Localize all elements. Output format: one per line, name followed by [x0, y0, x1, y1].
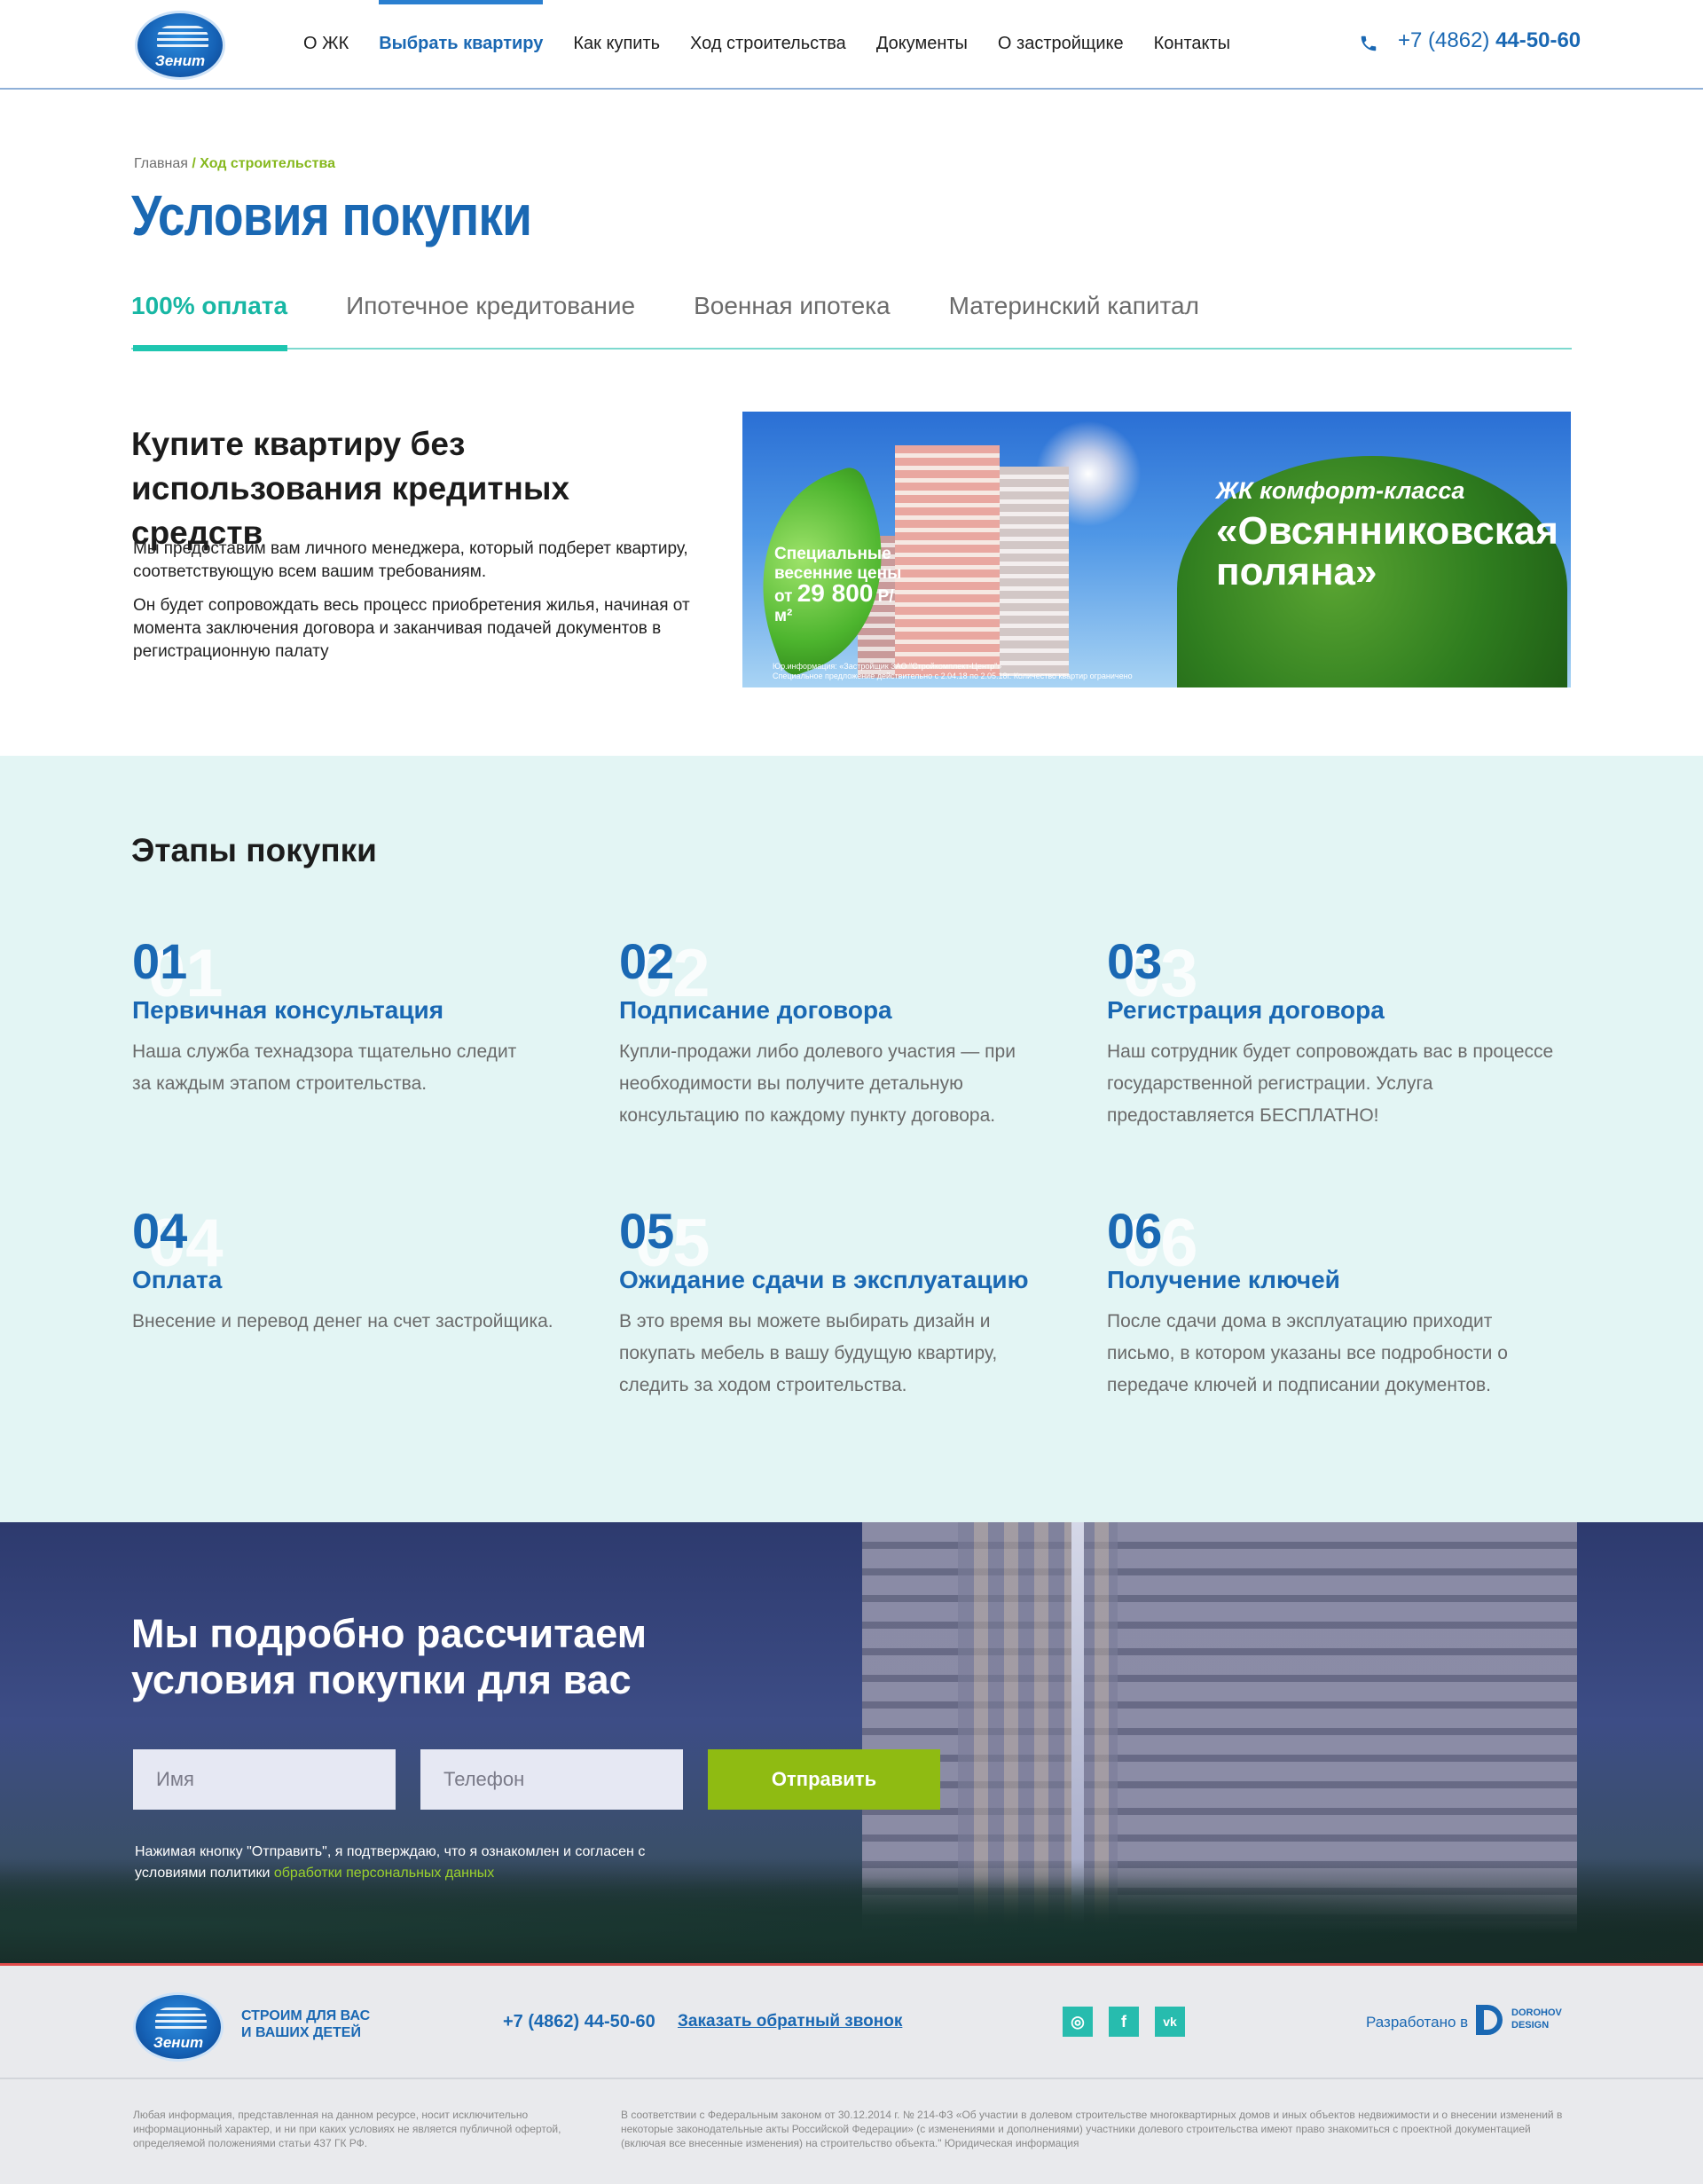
nav-item-choose-apartment[interactable]: Выбрать квартиру	[379, 0, 544, 89]
page-title: Условия покупки	[131, 184, 532, 247]
breadcrumb-current[interactable]: Ход строительства	[200, 156, 335, 171]
banner-offer-line1: Специальные	[774, 545, 891, 563]
stage-number-value: 02	[619, 933, 675, 989]
stage-number: 06 06	[1107, 1203, 1568, 1277]
submit-button[interactable]: Отправить	[708, 1749, 940, 1810]
nav-item-contacts[interactable]: Контакты	[1154, 0, 1230, 89]
stage-item: 04 04 Оплата Внесение и перевод денег на …	[132, 1203, 593, 1338]
dorohov-name-line1: DOROHOV	[1511, 2007, 1562, 2018]
privacy-policy-link[interactable]: обработки персональных данных	[274, 1866, 494, 1881]
nav-item-developer[interactable]: О застройщике	[998, 0, 1124, 89]
stage-item: 02 02 Подписание договора Купли-продажи л…	[619, 933, 1080, 1132]
banner-complex-name: «Овсянниковская поляна»	[1216, 509, 1558, 593]
facebook-icon[interactable]: f	[1109, 2007, 1139, 2037]
footer-logo[interactable]: Зенит	[133, 1992, 224, 2062]
intro-paragraph-2: Он будет сопровождать весь процесс приоб…	[133, 596, 690, 661]
phone-icon	[1361, 35, 1377, 51]
site-footer: Зенит СТРОИМ ДЛЯ ВАС И ВАШИХ ДЕТЕЙ +7 (4…	[0, 1966, 1703, 2184]
footer-phone[interactable]: +7 (4862) 44-50-60	[503, 2012, 655, 2032]
stage-number: 03 03	[1107, 933, 1568, 1008]
footer-slogan: СТРОИМ ДЛЯ ВАС И ВАШИХ ДЕТЕЙ	[241, 2007, 370, 2041]
tab-full-payment[interactable]: 100% оплата	[131, 284, 288, 351]
breadcrumb-separator: /	[187, 156, 200, 171]
stage-text: Наш сотрудник будет сопровождать вас в п…	[1107, 1041, 1554, 1126]
callback-link[interactable]: Заказать обратный звонок	[678, 2012, 902, 2031]
stage-number: 04 04	[132, 1203, 593, 1277]
calculation-request-section: Мы подробно рассчитаем условия покупки д…	[0, 1522, 1703, 1966]
header-phone[interactable]: +7 (4862) 44-50-60	[1398, 28, 1581, 53]
stage-number-value: 04	[132, 1203, 188, 1259]
nav-item-documents[interactable]: Документы	[876, 0, 968, 89]
stage-number-value: 01	[132, 933, 188, 989]
stage-number-value: 05	[619, 1203, 675, 1259]
tab-maternity-capital[interactable]: Материнский капитал	[949, 284, 1199, 350]
stage-number: 05 05	[619, 1203, 1080, 1277]
phone-input[interactable]	[420, 1749, 683, 1810]
dorohov-name-line2: DESIGN	[1511, 2020, 1550, 2031]
nav-item-construction[interactable]: Ход строительства	[690, 0, 846, 89]
header-phone-prefix: +7 (4862)	[1398, 28, 1496, 52]
footer-logo-text: Зенит	[153, 2034, 204, 2051]
banner-offer-price: 29 800	[797, 579, 874, 607]
stage-number: 01 01	[132, 933, 593, 1008]
logo-text: Зенит	[154, 52, 206, 69]
banner-building-side	[1000, 467, 1069, 676]
banner-offer: Специальные весенние цены от 29 800 Р/м²	[774, 545, 907, 626]
name-input[interactable]	[133, 1749, 396, 1810]
slogan-line2: И ВАШИХ ДЕТЕЙ	[241, 2025, 361, 2040]
intro-heading: Купите квартиру без использования кредит…	[131, 426, 570, 551]
stage-text: Купли-продажи либо долевого участия — пр…	[619, 1041, 1016, 1126]
vk-icon[interactable]: vk	[1155, 2007, 1185, 2037]
logo-building-icon	[157, 26, 208, 49]
banner-building-main	[895, 445, 1000, 676]
stage-text: После сдачи дома в эксплуатацию приходит…	[1107, 1311, 1508, 1395]
breadcrumb: Главная / Ход строительства	[134, 156, 1574, 172]
stage-item: 05 05 Ожидание сдачи в эксплуатацию В это…	[619, 1203, 1080, 1402]
stage-number-value: 03	[1107, 933, 1163, 989]
promo-banner[interactable]: Специальные весенние цены от 29 800 Р/м²…	[742, 412, 1571, 687]
stage-text: Внесение и перевод денег на счет застрой…	[132, 1311, 553, 1332]
stages-heading: Этапы покупки	[131, 832, 377, 868]
purchase-stages-section: Этапы покупки 01 01 Первичная консультаци…	[0, 756, 1703, 1522]
header-phone-main: 44-50-60	[1495, 28, 1581, 52]
dorohov-design-logo[interactable]: DOROHOV DESIGN	[1476, 2005, 1574, 2035]
stage-text: Наша служба технадзора тщательно следит …	[132, 1041, 517, 1094]
stage-text: В это время вы можете выбирать дизайн и …	[619, 1311, 998, 1395]
dorohov-text: DOROHOV DESIGN	[1511, 2007, 1562, 2031]
main-nav: О ЖК Выбрать квартиру Как купить Ход стр…	[303, 0, 1260, 89]
legal-disclaimer: Любая информация, представленная на данн…	[133, 2109, 561, 2149]
legal-law-notice: В соответствии с Федеральным законом от …	[621, 2109, 1563, 2149]
dorohov-d-icon	[1476, 2005, 1503, 2035]
stage-item: 03 03 Регистрация договора Наш сотрудник …	[1107, 933, 1568, 1132]
nav-item-about[interactable]: О ЖК	[303, 0, 349, 89]
tab-mortgage[interactable]: Ипотечное кредитование	[346, 284, 635, 350]
stage-number-value: 06	[1107, 1203, 1163, 1259]
logo-building-icon	[155, 2007, 207, 2031]
tab-military-mortgage[interactable]: Военная ипотека	[694, 284, 891, 350]
instagram-icon[interactable]: ◎	[1063, 2007, 1093, 2037]
developed-by-label: Разработано в	[1366, 2014, 1469, 2031]
banner-fine-line1: Юр.информация: «Застройщик ЗАО "Стройком…	[773, 662, 1002, 671]
payment-tabs: 100% оплата Ипотечное кредитование Военн…	[131, 284, 1572, 351]
banner-fine-line2: Специальное предложение действительно с …	[773, 672, 1133, 680]
breadcrumb-home[interactable]: Главная	[134, 156, 188, 171]
banner-fine-print: Юр.информация: «Застройщик ЗАО "Стройком…	[773, 662, 1189, 681]
banner-class: ЖК комфорт-класса	[1216, 477, 1465, 504]
footer-divider	[0, 2078, 1703, 2079]
banner-offer-prefix: от	[774, 587, 793, 606]
site-header: Зенит О ЖК Выбрать квартиру Как купить Х…	[0, 0, 1703, 90]
stage-number: 02 02	[619, 933, 1080, 1008]
privacy-note: Нажимая кнопку "Отправить", я подтвержда…	[135, 1842, 685, 1884]
nav-item-how-to-buy[interactable]: Как купить	[573, 0, 660, 89]
stage-item: 06 06 Получение ключей После сдачи дома в…	[1107, 1203, 1568, 1402]
cta-heading: Мы подробно рассчитаем условия покупки д…	[131, 1611, 647, 1702]
site-logo[interactable]: Зенит	[135, 11, 225, 80]
stage-item: 01 01 Первичная консультация Наша служба …	[132, 933, 593, 1100]
slogan-line1: СТРОИМ ДЛЯ ВАС	[241, 2008, 371, 2023]
intro-paragraph-1: Мы предоставим вам личного менеджера, ко…	[133, 539, 688, 581]
